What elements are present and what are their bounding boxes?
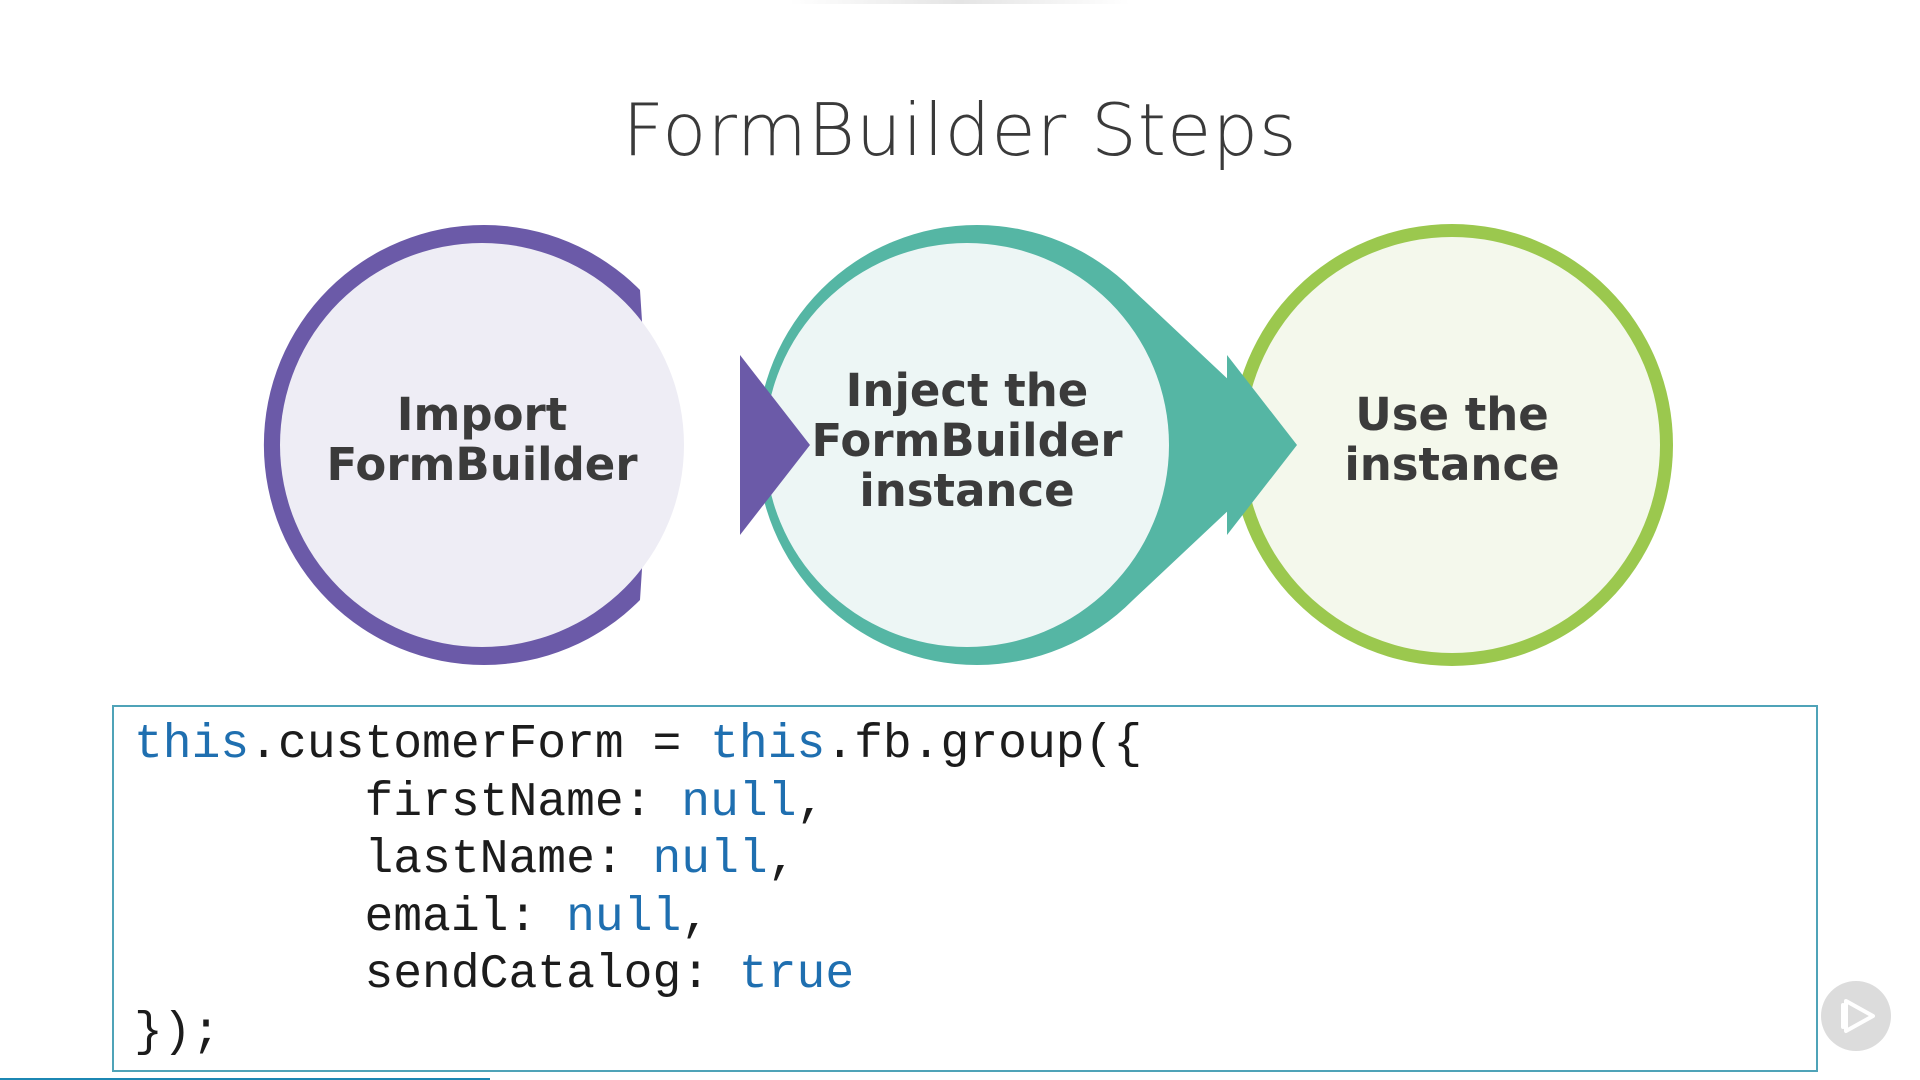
code-token: email:: [134, 890, 567, 945]
code-token: lastName:: [134, 833, 653, 887]
play-icon: [1841, 999, 1875, 1033]
code-token: .fb.group({: [825, 718, 1143, 772]
step-1-line-2: FormBuilder: [326, 438, 638, 491]
step-2-label: Inject the FormBuilder instance: [777, 366, 1157, 516]
step-2-line-3: instance: [859, 464, 1075, 517]
step-3-line-1: Use the: [1355, 388, 1549, 441]
step-2-line-2: FormBuilder: [811, 414, 1123, 467]
code-keyword: true: [738, 948, 855, 1002]
code-token: ,: [681, 890, 711, 945]
code-keyword: null: [566, 890, 682, 945]
step-2-line-1: Inject the: [845, 364, 1089, 417]
code-keyword: null: [652, 833, 768, 887]
step-3-label: Use the instance: [1262, 390, 1642, 490]
code-token: });: [134, 1005, 221, 1060]
slide: FormBuilder Steps Import FormBuilder Inj…: [0, 0, 1920, 1080]
code-token: ,: [796, 775, 826, 830]
code-keyword: this: [134, 718, 250, 772]
play-button[interactable]: [1821, 981, 1891, 1051]
code-block: this.customerForm = this.fb.group({ firs…: [112, 705, 1818, 1072]
code-token: sendCatalog:: [134, 948, 739, 1002]
code-token: firstName:: [134, 775, 682, 830]
code-keyword: this: [710, 718, 826, 772]
step-3-line-2: instance: [1344, 438, 1560, 491]
code-text: this.customerForm = this.fb.group({ firs…: [134, 717, 1142, 1062]
code-token: ,: [767, 833, 797, 887]
code-token: .customerForm =: [249, 718, 711, 772]
steps-diagram: [263, 224, 1673, 666]
step-1-line-1: Import: [396, 388, 568, 441]
code-keyword: null: [681, 775, 797, 830]
step-1-label: Import FormBuilder: [292, 390, 672, 490]
